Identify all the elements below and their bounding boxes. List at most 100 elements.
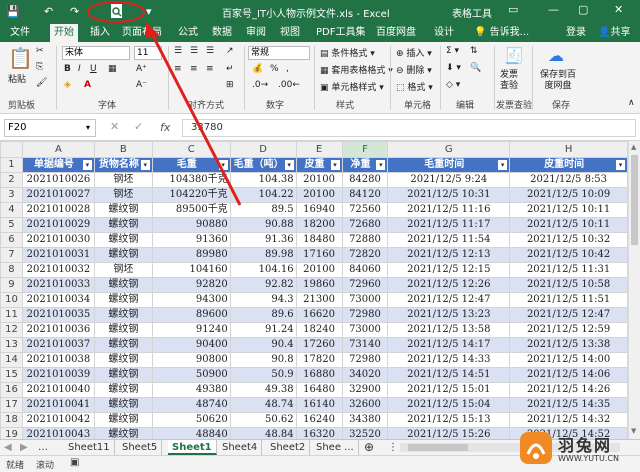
table-cell[interactable]: 螺纹钢 — [93, 397, 153, 413]
sort-filter-icon[interactable]: ⇅ — [470, 46, 478, 56]
table-cell[interactable]: 89600 — [151, 307, 231, 323]
table-cell[interactable]: 2021/12/5 15:26 — [387, 427, 511, 439]
table-cell[interactable]: 84120 — [341, 187, 389, 203]
table-cell[interactable]: 2021/12/5 11:31 — [509, 262, 628, 278]
table-cell[interactable]: 16940 — [295, 202, 343, 218]
table-cell[interactable]: 螺纹钢 — [93, 232, 153, 248]
table-cell[interactable]: 2021/12/5 15:13 — [387, 412, 511, 428]
column-header[interactable]: E — [295, 141, 343, 158]
table-cell[interactable]: 2021010038 — [21, 352, 95, 368]
sheet-tab[interactable]: Sheet11 — [64, 440, 115, 455]
row-header[interactable]: 11 — [0, 307, 23, 323]
table-cell[interactable]: 32600 — [341, 397, 389, 413]
percent-button[interactable]: % — [270, 64, 279, 74]
table-cell[interactable]: 91360 — [151, 232, 231, 248]
font-size-select[interactable]: 11 — [134, 46, 162, 60]
table-cell[interactable]: 2021010033 — [21, 277, 95, 293]
add-sheet-icon[interactable]: ⊕ — [360, 440, 378, 455]
table-cell[interactable]: 20100 — [295, 172, 343, 188]
column-header[interactable]: H — [509, 141, 628, 158]
column-header[interactable]: F — [341, 141, 389, 158]
increase-decimal-icon[interactable]: .0→ — [252, 80, 268, 90]
horizontal-scroll-thumb[interactable] — [408, 444, 468, 451]
header-cell[interactable]: 毛重 ▾ — [151, 157, 231, 173]
table-cell[interactable]: 91.36 — [229, 232, 297, 248]
table-cell[interactable]: 48840 — [151, 427, 231, 439]
table-cell[interactable]: 32900 — [341, 382, 389, 398]
table-cell[interactable]: 2021/12/5 13:38 — [509, 337, 628, 353]
paste-button[interactable]: 粘贴 — [8, 72, 26, 85]
table-cell[interactable]: 104.22 — [229, 187, 297, 203]
table-cell[interactable]: 94.3 — [229, 292, 297, 308]
table-cell[interactable]: 2021/12/5 10:11 — [509, 202, 628, 218]
table-cell[interactable]: 92820 — [151, 277, 231, 293]
table-cell[interactable]: 螺纹钢 — [93, 217, 153, 233]
table-cell[interactable]: 50900 — [151, 367, 231, 383]
table-cell[interactable]: 2021010027 — [21, 187, 95, 203]
table-cell[interactable]: 2021/12/5 14:51 — [387, 367, 511, 383]
row-header[interactable]: 14 — [0, 352, 23, 368]
tab-home[interactable]: 开始 — [50, 24, 78, 42]
collapse-ribbon-icon[interactable]: ∧ — [628, 98, 635, 108]
more-sheets-left-icon[interactable]: … — [34, 440, 52, 455]
row-header[interactable]: 1 — [0, 157, 23, 173]
table-cell[interactable]: 2021010028 — [21, 202, 95, 218]
table-cell[interactable]: 94300 — [151, 292, 231, 308]
italic-icon[interactable]: I — [78, 64, 81, 74]
table-cell[interactable]: 螺纹钢 — [93, 427, 153, 439]
table-cell[interactable]: 49.38 — [229, 382, 297, 398]
table-cell[interactable]: 89.98 — [229, 247, 297, 263]
tell-me-input[interactable]: 💡 告诉我... — [474, 26, 529, 40]
ribbon-options-icon[interactable]: ▭ — [508, 3, 518, 16]
table-cell[interactable]: 2021/12/5 12:15 — [387, 262, 511, 278]
column-header[interactable]: B — [93, 141, 153, 158]
table-cell[interactable]: 20100 — [295, 187, 343, 203]
table-cell[interactable]: 螺纹钢 — [93, 202, 153, 218]
table-cell[interactable]: 2021/12/5 10:09 — [509, 187, 628, 203]
align-top-icon[interactable]: ☰ — [174, 46, 182, 56]
table-cell[interactable]: 72560 — [341, 202, 389, 218]
font-name-select[interactable]: 宋体 — [62, 46, 130, 60]
row-header[interactable]: 19 — [0, 427, 23, 439]
table-cell[interactable]: 2021/12/5 14:35 — [509, 397, 628, 413]
close-icon[interactable]: ✕ — [614, 3, 623, 16]
invoice-check-button[interactable]: 发票查验 — [500, 70, 522, 92]
table-cell[interactable]: 2021010042 — [21, 412, 95, 428]
baidu-cloud-icon[interactable]: ☁ — [548, 46, 564, 65]
table-cell[interactable]: 72880 — [341, 232, 389, 248]
tab-view[interactable]: 视图 — [280, 26, 300, 40]
table-cell[interactable]: 2021010030 — [21, 232, 95, 248]
table-cell[interactable]: 螺纹钢 — [93, 337, 153, 353]
cancel-icon[interactable]: ✕ — [110, 120, 119, 133]
filter-dropdown-icon[interactable]: ▾ — [218, 160, 228, 170]
align-left-icon[interactable]: ≡ — [174, 64, 182, 74]
save-icon[interactable]: 💾 — [6, 4, 20, 20]
scrollbar-thumb[interactable] — [631, 155, 638, 245]
table-cell[interactable]: 2021/12/5 12:47 — [509, 307, 628, 323]
table-cell[interactable]: 91240 — [151, 322, 231, 338]
header-cell[interactable]: 皮重时间 ▾ — [509, 157, 628, 173]
row-header[interactable]: 12 — [0, 322, 23, 338]
table-cell[interactable]: 2021/12/5 14:33 — [387, 352, 511, 368]
table-cell[interactable]: 18200 — [295, 217, 343, 233]
table-cell[interactable]: 72980 — [341, 352, 389, 368]
tab-page-layout[interactable]: 页面布局 — [122, 26, 162, 40]
table-cell[interactable]: 18480 — [295, 232, 343, 248]
table-cell[interactable]: 2021/12/5 14:26 — [509, 382, 628, 398]
tab-design[interactable]: 设计 — [434, 26, 454, 40]
row-header[interactable]: 16 — [0, 382, 23, 398]
table-cell[interactable]: 73140 — [341, 337, 389, 353]
filter-dropdown-icon[interactable]: ▾ — [284, 160, 294, 170]
number-format-select[interactable]: 常规 — [248, 46, 310, 60]
header-cell[interactable]: 毛重（吨） ▾ — [229, 157, 297, 173]
row-header[interactable]: 10 — [0, 292, 23, 308]
table-cell[interactable]: 螺纹钢 — [93, 352, 153, 368]
vertical-scrollbar[interactable]: ▲ ▼ — [628, 141, 640, 439]
table-cell[interactable]: 73000 — [341, 292, 389, 308]
row-header[interactable]: 8 — [0, 262, 23, 278]
table-cell[interactable]: 20100 — [295, 262, 343, 278]
table-cell[interactable]: 螺纹钢 — [93, 412, 153, 428]
tab-review[interactable]: 审阅 — [246, 26, 266, 40]
insert-cells-button[interactable]: ⊕ 插入 ▾ — [396, 46, 432, 59]
row-header[interactable]: 3 — [0, 187, 23, 203]
